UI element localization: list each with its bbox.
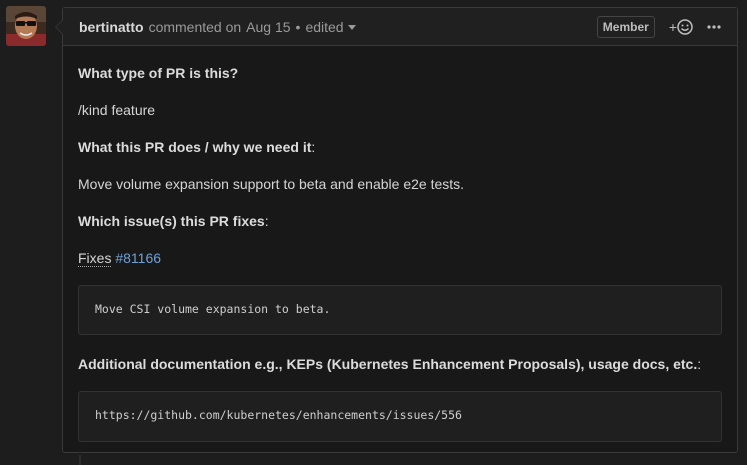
add-reaction-button[interactable]: + <box>669 19 693 35</box>
question-fixes: Which issue(s) this PR fixes: <box>78 211 722 231</box>
question-pr-type: What type of PR is this? <box>78 65 239 81</box>
question-fixes-text: Which issue(s) this PR fixes <box>78 213 265 229</box>
comment-header: bertinatto commented on Aug 15 • edited … <box>63 8 737 46</box>
colon: : <box>264 213 269 229</box>
chevron-down-icon <box>347 25 356 31</box>
comment-menu-button[interactable] <box>707 25 721 29</box>
author-link[interactable]: bertinatto <box>79 19 144 35</box>
header-actions: Member + <box>596 8 721 46</box>
plus-label: + <box>668 19 677 35</box>
release-note-code-block: Move CSI volume expansion to beta. <box>78 285 722 335</box>
edited-dropdown[interactable]: edited <box>305 18 356 35</box>
timeline-connector <box>79 455 81 465</box>
docs-code-block: https://github.com/kubernetes/enhancemen… <box>78 391 722 442</box>
fixes-keyword[interactable]: Fixes <box>78 250 112 267</box>
avatar-image <box>6 6 46 46</box>
avatar[interactable] <box>6 6 46 46</box>
fixes-line: Fixes #81166 <box>78 248 722 268</box>
comment-date[interactable]: Aug 15 <box>246 19 290 35</box>
smiley-icon <box>677 19 693 35</box>
kind-label: /kind feature <box>78 102 156 118</box>
edited-label: edited <box>305 18 344 35</box>
description-text: Move volume expansion support to beta an… <box>78 176 465 192</box>
question-what-why-text: What this PR does / why we need it <box>78 139 312 155</box>
colon: : <box>311 139 316 155</box>
member-badge: Member <box>596 16 655 38</box>
question-docs-text: Additional documentation e.g., KEPs (Kub… <box>78 356 698 372</box>
colon: : <box>697 356 702 372</box>
question-what-why: What this PR does / why we need it: <box>78 137 722 157</box>
issue-link[interactable]: #81166 <box>115 250 161 266</box>
comment-card: bertinatto commented on Aug 15 • edited … <box>55 7 738 453</box>
kebab-icon <box>707 25 721 29</box>
question-docs: Additional documentation e.g., KEPs (Kub… <box>78 354 722 374</box>
separator-dot: • <box>295 18 301 35</box>
comment-body: What type of PR is this? /kind feature W… <box>63 63 737 442</box>
comment-action: commented on <box>148 18 242 35</box>
